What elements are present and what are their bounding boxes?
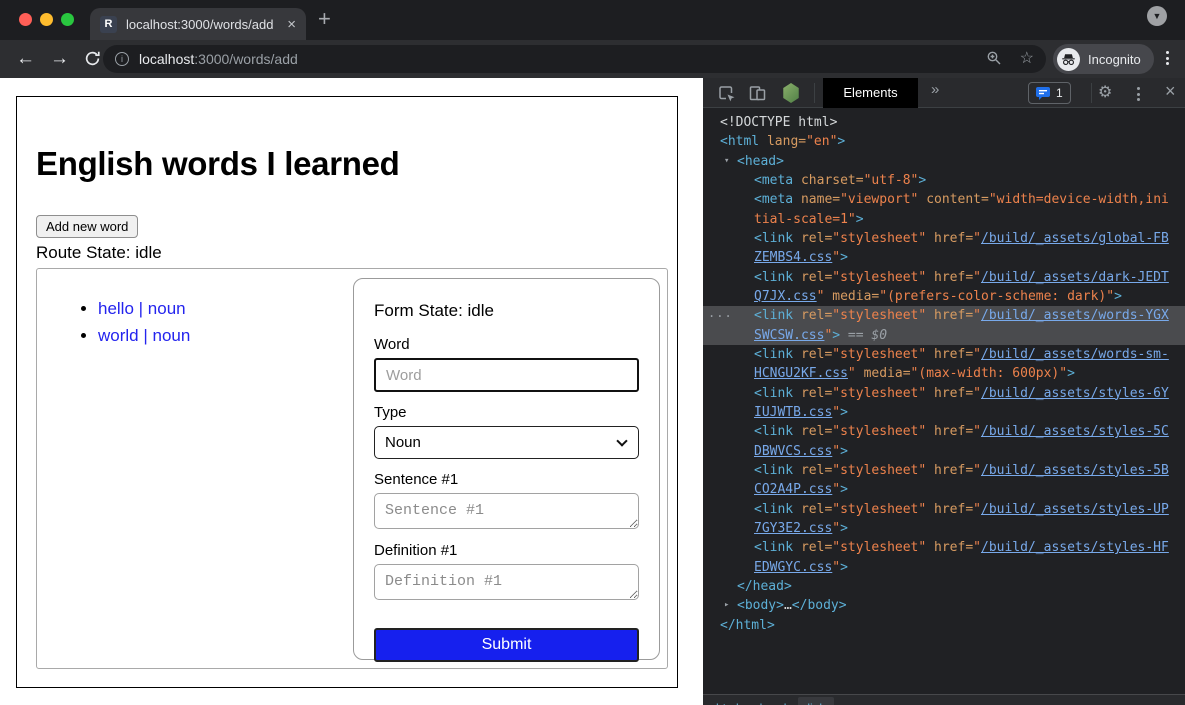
issues-count: 1 [1056,86,1063,100]
devtools-code-line[interactable]: <meta name="viewport" content="width=dev… [703,190,1185,209]
devtools-code-line[interactable]: DBWVCS.css"> [703,442,1185,461]
expand-arrow-icon[interactable]: ▾ [724,152,729,171]
devtools-dom-tree[interactable]: <!DOCTYPE html><html lang="en">▾<head><m… [703,109,1185,694]
submit-button[interactable]: Submit [374,628,639,662]
window-maximize-button[interactable] [61,13,74,26]
breadcrumb-html[interactable]: html [707,697,748,705]
breadcrumb-head[interactable]: head [751,697,796,705]
devtools-code-line[interactable]: tial-scale=1"> [703,210,1185,229]
page-title: English words I learned [36,145,400,183]
tab-close-icon[interactable]: × [287,17,296,32]
devtools-panel: Elements » 1 ⚙ × <!DOCTYPE html><html la… [703,78,1185,705]
devtools-code-line[interactable]: <link rel="stylesheet" href="/build/_ass… [703,268,1185,287]
devtools-code-line[interactable]: <!DOCTYPE html> [703,113,1185,132]
words-panel: hello | noun world | noun Form State: idl… [36,268,668,669]
address-bar[interactable]: i localhost:3000/words/add ☆ [103,45,1046,73]
devtools-code-line[interactable]: <link rel="stylesheet" href="/build/_ass… [703,422,1185,441]
devtools-code-line[interactable]: <meta charset="utf-8"> [703,171,1185,190]
devtools-code-line[interactable]: ZEMBS4.css"> [703,248,1185,267]
word-link[interactable]: hello | noun [98,299,186,318]
devtools-code-line[interactable]: SWCSW.css"> == $0 [703,326,1185,345]
devtools-code-line[interactable]: 7GY3E2.css"> [703,519,1185,538]
definition-label: Definition #1 [374,542,639,559]
more-panels-icon[interactable]: » [931,81,939,98]
devtools-code-line[interactable]: <link rel="stylesheet" href="/build/_ass… [703,538,1185,557]
tab-search-chevron-icon[interactable]: ▼ [1147,6,1167,26]
site-info-icon[interactable]: i [115,52,129,66]
devtools-code-line[interactable]: ▸<body>…</body> [703,596,1185,615]
issues-bubble-icon [1036,87,1050,100]
sentence-label: Sentence #1 [374,471,639,488]
device-toolbar-icon[interactable] [748,84,766,107]
devtools-close-icon[interactable]: × [1165,81,1176,102]
word-input[interactable] [374,358,639,392]
inspect-element-icon[interactable] [717,84,736,108]
devtools-code-line[interactable]: <link rel="stylesheet" href="/build/_ass… [703,229,1185,248]
breadcrumb-link[interactable]: link [798,697,834,705]
window-close-button[interactable] [19,13,32,26]
devtools-toolbar: Elements » 1 ⚙ × [703,78,1185,108]
definition-textarea[interactable] [374,564,639,600]
forward-icon[interactable]: → [50,49,69,69]
browser-menu-icon[interactable] [1166,51,1169,65]
devtools-code-line[interactable]: ▾<head> [703,152,1185,171]
sentence-textarea[interactable] [374,493,639,529]
devtools-code-line[interactable]: ...<link rel="stylesheet" href="/build/_… [703,306,1185,325]
word-label: Word [374,336,639,353]
type-select[interactable]: Noun [374,426,639,459]
devtools-menu-icon[interactable] [1137,87,1140,101]
form-state-text: Form State: idle [374,301,639,321]
devtools-code-line[interactable]: <link rel="stylesheet" href="/build/_ass… [703,461,1185,480]
type-label: Type [374,404,639,421]
incognito-label: Incognito [1088,52,1141,67]
devtools-breadcrumbs: htmlheadlink [703,694,1185,705]
collapsed-arrow-icon[interactable]: ▸ [724,596,729,615]
page-viewport: English words I learned Add new word Rou… [0,78,703,705]
add-word-form: Form State: idle Word Type Noun Sentence… [353,278,660,660]
tab-title: localhost:3000/words/add [126,17,281,32]
incognito-badge: Incognito [1053,44,1154,74]
browser-tab[interactable]: R localhost:3000/words/add × [90,8,306,40]
tab-elements[interactable]: Elements [823,78,918,108]
devtools-settings-icon[interactable]: ⚙ [1098,82,1112,101]
devtools-code-line[interactable]: <link rel="stylesheet" href="/build/_ass… [703,500,1185,519]
node-hexagon-icon[interactable] [782,83,800,103]
line-options-dots-icon[interactable]: ... [708,304,733,323]
devtools-code-line[interactable]: <html lang="en"> [703,132,1185,151]
devtools-code-line[interactable]: <link rel="stylesheet" href="/build/_ass… [703,345,1185,364]
devtools-code-line[interactable]: EDWGYC.css"> [703,558,1185,577]
browser-toolbar: ← → i localhost:3000/words/add ☆ [0,40,1185,78]
new-tab-button[interactable]: + [318,6,331,32]
word-link[interactable]: world | noun [98,326,190,345]
devtools-code-line[interactable]: </head> [703,577,1185,596]
url-path: :3000/words/add [194,51,298,67]
devtools-code-line[interactable]: CO2A4P.css"> [703,480,1185,499]
devtools-code-line[interactable]: HCNGU2KF.css" media="(max-width: 600px)"… [703,364,1185,383]
issues-counter[interactable]: 1 [1028,82,1071,104]
window-minimize-button[interactable] [40,13,53,26]
add-new-word-button[interactable]: Add new word [36,215,138,238]
remix-favicon-icon: R [100,16,117,33]
devtools-code-line[interactable]: </html> [703,616,1185,635]
window-controls [19,13,74,26]
page-outer-box: English words I learned Add new word Rou… [16,96,678,688]
reload-icon[interactable] [84,50,101,72]
back-icon[interactable]: ← [16,49,35,69]
incognito-avatar-icon [1057,48,1080,71]
url-host: localhost [139,51,194,67]
zoom-icon[interactable] [986,50,1002,69]
route-state-text: Route State: idle [36,243,162,263]
devtools-code-line[interactable]: Q7JX.css" media="(prefers-color-scheme: … [703,287,1185,306]
devtools-code-line[interactable]: IUJWTB.css"> [703,403,1185,422]
browser-tab-strip: R localhost:3000/words/add × + ▼ [0,0,1185,40]
bookmark-star-icon[interactable]: ☆ [1020,51,1034,67]
devtools-code-line[interactable]: <link rel="stylesheet" href="/build/_ass… [703,384,1185,403]
